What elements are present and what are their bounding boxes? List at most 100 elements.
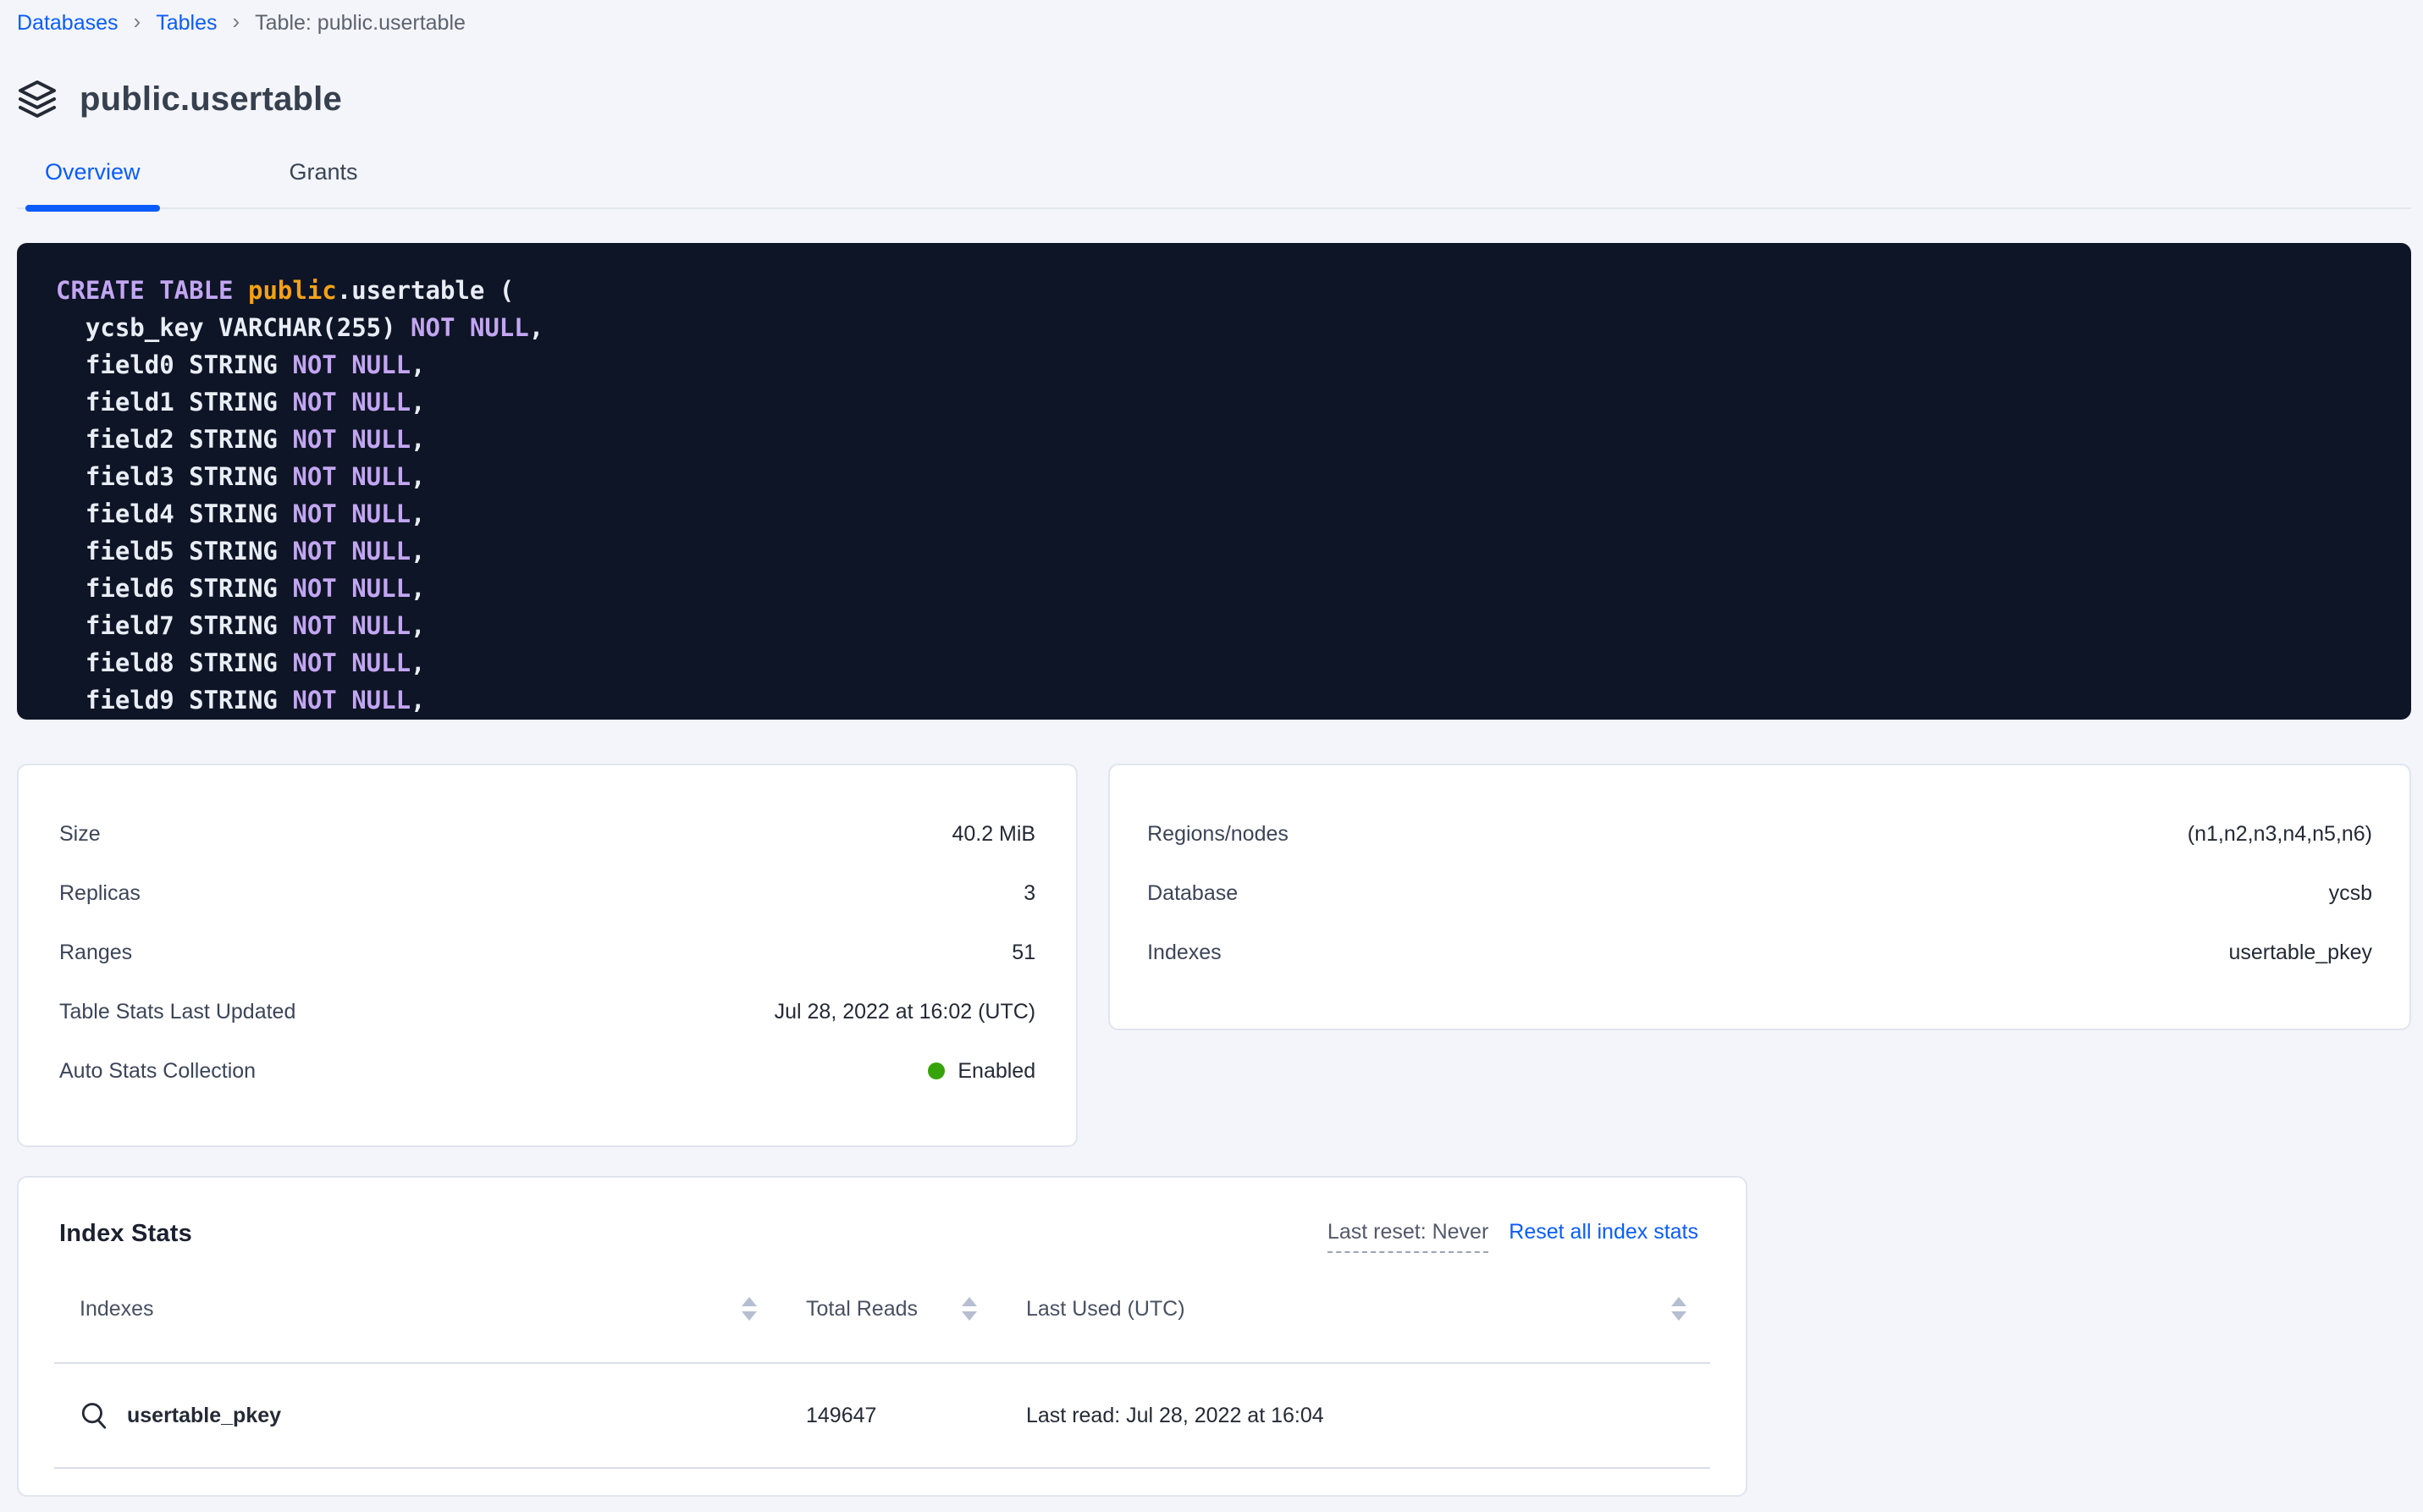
sql-token: , <box>411 350 425 379</box>
detail-value: (n1,n2,n3,n4,n5,n6) <box>2188 822 2372 847</box>
sql-token: CREATE TABLE <box>56 276 248 305</box>
detail-row-ranges: Ranges 51 <box>59 923 1035 982</box>
layers-icon <box>17 79 58 119</box>
chevron-right-icon: › <box>134 8 141 35</box>
create-table-sql-box: CREATE TABLE public.usertable ( ycsb_key… <box>17 243 2411 720</box>
detail-value: 40.2 MiB <box>952 822 1035 847</box>
breadcrumb-current: Table: public.usertable <box>255 11 466 36</box>
sql-line: field2 STRING NOT NULL, <box>56 421 2372 458</box>
sort-icon[interactable] <box>1671 1297 1686 1321</box>
sql-token: field4 STRING <box>56 499 292 528</box>
sql-token: field9 STRING <box>56 686 292 715</box>
sql-line: field9 STRING NOT NULL, <box>56 682 2372 719</box>
detail-row-replicas: Replicas 3 <box>59 864 1035 923</box>
breadcrumb: Databases › Tables › Table: public.usert… <box>17 8 2411 37</box>
sql-token: field8 STRING <box>56 648 292 677</box>
column-label: Last Used (UTC) <box>1026 1297 1185 1322</box>
sql-token: NOT NULL <box>292 537 411 566</box>
sql-token: NOT NULL <box>292 611 411 640</box>
sql-token: field0 STRING <box>56 350 292 379</box>
sql-token: NOT NULL <box>411 313 529 342</box>
sql-token: , <box>411 537 425 566</box>
sql-token: , <box>411 425 425 454</box>
detail-label: Replicas <box>59 881 141 906</box>
detail-label: Table Stats Last Updated <box>59 1000 295 1024</box>
status-badge: Enabled <box>928 1059 1035 1084</box>
column-header-total-reads[interactable]: Total Reads <box>781 1297 1001 1322</box>
sql-line: field5 STRING NOT NULL, <box>56 533 2372 570</box>
sort-icon[interactable] <box>742 1297 757 1321</box>
detail-row-regions: Regions/nodes (n1,n2,n3,n4,n5,n6) <box>1147 804 2372 864</box>
sql-token: NOT NULL <box>292 574 411 603</box>
sql-line: CREATE TABLE public.usertable ( <box>56 272 2372 309</box>
table-meta-card: Regions/nodes (n1,n2,n3,n4,n5,n6) Databa… <box>1108 764 2411 1030</box>
sql-token: field7 STRING <box>56 611 292 640</box>
sql-token: , <box>411 462 425 491</box>
sql-token: NOT NULL <box>292 686 411 715</box>
sql-line: ycsb_key VARCHAR(255) NOT NULL, <box>56 309 2372 346</box>
index-stats-table: Indexes Total Reads Last Used (UTC) <box>54 1255 1710 1469</box>
detail-value: 3 <box>1024 881 1035 906</box>
sql-token: NOT NULL <box>292 499 411 528</box>
sql-token: , <box>411 611 425 640</box>
sql-token: field6 STRING <box>56 574 292 603</box>
sql-line: field3 STRING NOT NULL, <box>56 458 2372 495</box>
sql-token: , <box>411 499 425 528</box>
detail-row-stats-updated: Table Stats Last Updated Jul 28, 2022 at… <box>59 982 1035 1041</box>
tab-grants[interactable]: Grants <box>270 159 378 207</box>
breadcrumb-tables[interactable]: Tables <box>156 11 217 36</box>
detail-label: Indexes <box>1147 941 1222 965</box>
column-label: Total Reads <box>806 1297 918 1322</box>
table-stats-card: Size 40.2 MiB Replicas 3 Ranges 51 Table… <box>17 764 1078 1147</box>
page-title: public.usertable <box>80 80 342 119</box>
sql-token: , <box>411 686 425 715</box>
sql-token: field1 STRING <box>56 388 292 417</box>
detail-value: ycsb <box>2329 881 2372 906</box>
sql-token: ycsb_key VARCHAR(255) <box>56 313 411 342</box>
index-stats-header: Index Stats Last reset: Never Reset all … <box>19 1220 1746 1255</box>
search-icon <box>80 1401 108 1430</box>
index-stats-title: Index Stats <box>59 1220 192 1248</box>
sql-token: , <box>411 388 425 417</box>
sql-token: , <box>529 313 544 342</box>
sql-line: field1 STRING NOT NULL, <box>56 384 2372 421</box>
detail-value: Jul 28, 2022 at 16:02 (UTC) <box>775 1000 1036 1024</box>
index-stats-card: Index Stats Last reset: Never Reset all … <box>17 1176 1747 1497</box>
sql-token: NOT NULL <box>292 462 411 491</box>
index-name[interactable]: usertable_pkey <box>127 1404 281 1428</box>
breadcrumb-databases[interactable]: Databases <box>17 11 119 36</box>
title-row: public.usertable <box>17 74 2411 124</box>
column-header-indexes[interactable]: Indexes <box>54 1297 781 1322</box>
status-text: Enabled <box>958 1059 1035 1084</box>
detail-value: 51 <box>1012 941 1035 965</box>
sql-line: field8 STRING NOT NULL, <box>56 644 2372 682</box>
tab-bar: Overview Grants <box>17 159 2411 209</box>
detail-row-size: Size 40.2 MiB <box>59 804 1035 864</box>
detail-label: Regions/nodes <box>1147 822 1289 847</box>
last-reset-label[interactable]: Last reset: Never <box>1327 1220 1488 1253</box>
sql-token: , <box>411 574 425 603</box>
sql-token: field5 STRING <box>56 537 292 566</box>
sql-token: .usertable ( <box>337 276 515 305</box>
sql-token: , <box>411 648 425 677</box>
tab-overview[interactable]: Overview <box>25 159 160 207</box>
reset-index-stats-link[interactable]: Reset all index stats <box>1509 1220 1698 1244</box>
table-detail-page: Databases › Tables › Table: public.usert… <box>0 0 2423 1512</box>
detail-cards-row: Size 40.2 MiB Replicas 3 Ranges 51 Table… <box>17 764 2411 1147</box>
chevron-right-icon: › <box>232 8 240 35</box>
sort-icon[interactable] <box>962 1297 977 1321</box>
detail-label: Auto Stats Collection <box>59 1059 256 1084</box>
sql-token: field3 STRING <box>56 462 292 491</box>
detail-row-database: Database ycsb <box>1147 864 2372 923</box>
total-reads-cell: 149647 <box>781 1404 1001 1428</box>
sql-line: field0 STRING NOT NULL, <box>56 346 2372 384</box>
index-name-cell[interactable]: usertable_pkey <box>54 1401 781 1430</box>
sql-token: field2 STRING <box>56 425 292 454</box>
detail-label: Ranges <box>59 941 132 965</box>
column-header-last-used[interactable]: Last Used (UTC) <box>1001 1297 1710 1322</box>
sql-token: NOT NULL <box>292 425 411 454</box>
sql-token: public <box>248 276 337 305</box>
detail-value: usertable_pkey <box>2228 941 2372 965</box>
sql-line: field6 STRING NOT NULL, <box>56 570 2372 607</box>
detail-row-auto-stats: Auto Stats Collection Enabled <box>59 1041 1035 1101</box>
